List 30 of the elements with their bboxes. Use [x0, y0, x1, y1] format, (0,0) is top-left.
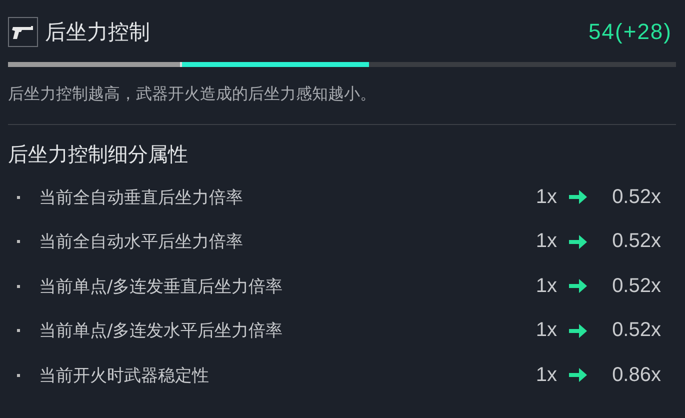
old-value: 1x: [536, 186, 557, 209]
bullet-icon: [17, 240, 20, 244]
old-value: 1x: [536, 364, 557, 387]
pistol-icon: [8, 17, 38, 47]
new-value: 0.52x: [611, 230, 661, 254]
bullet-icon: [17, 329, 20, 332]
attribute-label: 当前全自动垂直后坐力倍率: [39, 186, 244, 209]
bullet-icon: [17, 374, 20, 377]
section-title: 后坐力控制细分属性: [8, 141, 189, 168]
right-arrow-icon: [569, 279, 587, 294]
attribute-label: 当前单点/多连发水平后坐力倍率: [39, 320, 284, 342]
bullet-icon: [17, 196, 20, 199]
old-value: 1x: [536, 230, 557, 254]
right-arrow-icon: [569, 190, 587, 204]
new-value: 0.86x: [611, 364, 661, 387]
stat-value: 54(+28): [588, 19, 672, 45]
attribute-label: 当前开火时武器稳定性: [39, 364, 210, 387]
right-arrow-icon: [569, 324, 587, 338]
attribute-label: 当前单点/多连发垂直后坐力倍率: [39, 276, 284, 298]
stat-title: 后坐力控制: [45, 19, 151, 46]
new-value: 0.52x: [611, 319, 661, 342]
stat-description: 后坐力控制越高，武器开火造成的后坐力感知越小。: [8, 84, 377, 105]
new-value: 0.52x: [611, 186, 661, 209]
right-arrow-icon: [569, 368, 587, 382]
right-arrow-icon: [569, 234, 587, 249]
bullet-icon: [17, 284, 20, 288]
old-value: 1x: [536, 274, 557, 298]
old-value: 1x: [536, 319, 557, 342]
attribute-label: 当前全自动水平后坐力倍率: [39, 231, 244, 254]
new-value: 0.52x: [611, 274, 661, 298]
